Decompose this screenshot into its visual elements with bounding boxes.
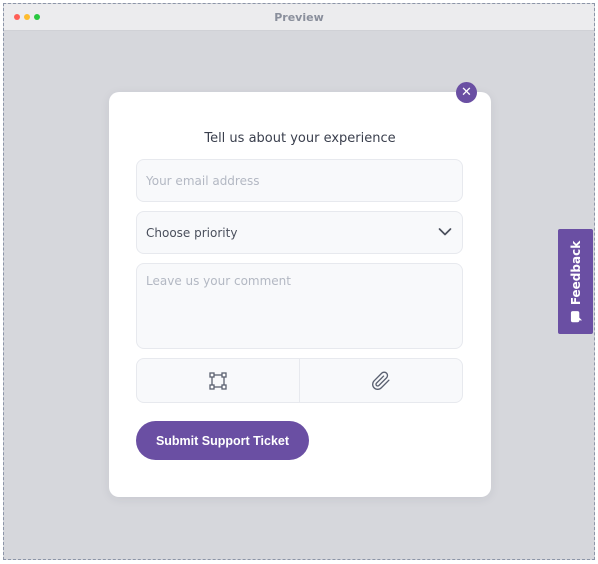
email-field-wrapper <box>136 159 463 202</box>
paperclip-icon <box>371 371 390 390</box>
priority-select[interactable]: Choose priority <box>136 211 463 254</box>
feedback-tab-content: Feedback <box>569 240 583 322</box>
priority-select-label: Choose priority <box>146 226 238 240</box>
modal-title: Tell us about your experience <box>204 131 396 146</box>
comment-field-wrapper <box>136 263 463 349</box>
screenshot-button[interactable] <box>137 359 300 402</box>
close-icon[interactable]: ✕ <box>456 82 477 103</box>
submit-ticket-button[interactable]: Submit Support Ticket <box>136 421 309 460</box>
email-field[interactable] <box>137 160 462 201</box>
chat-bubble-icon <box>569 310 582 322</box>
comment-field[interactable] <box>137 264 462 348</box>
feedback-tab-label: Feedback <box>568 240 583 305</box>
screenshot-crop-icon <box>209 371 227 390</box>
chevron-down-icon <box>438 228 452 236</box>
attach-file-button[interactable] <box>300 359 463 402</box>
feedback-modal: Tell us about your experience Choose pri… <box>109 92 491 497</box>
window-titlebar: Preview <box>4 4 594 31</box>
feedback-tab[interactable]: Feedback <box>558 229 593 334</box>
preview-window: Preview Tell us about your experience Ch… <box>3 3 595 560</box>
window-title: Preview <box>274 11 324 24</box>
attachment-bar <box>136 358 463 403</box>
